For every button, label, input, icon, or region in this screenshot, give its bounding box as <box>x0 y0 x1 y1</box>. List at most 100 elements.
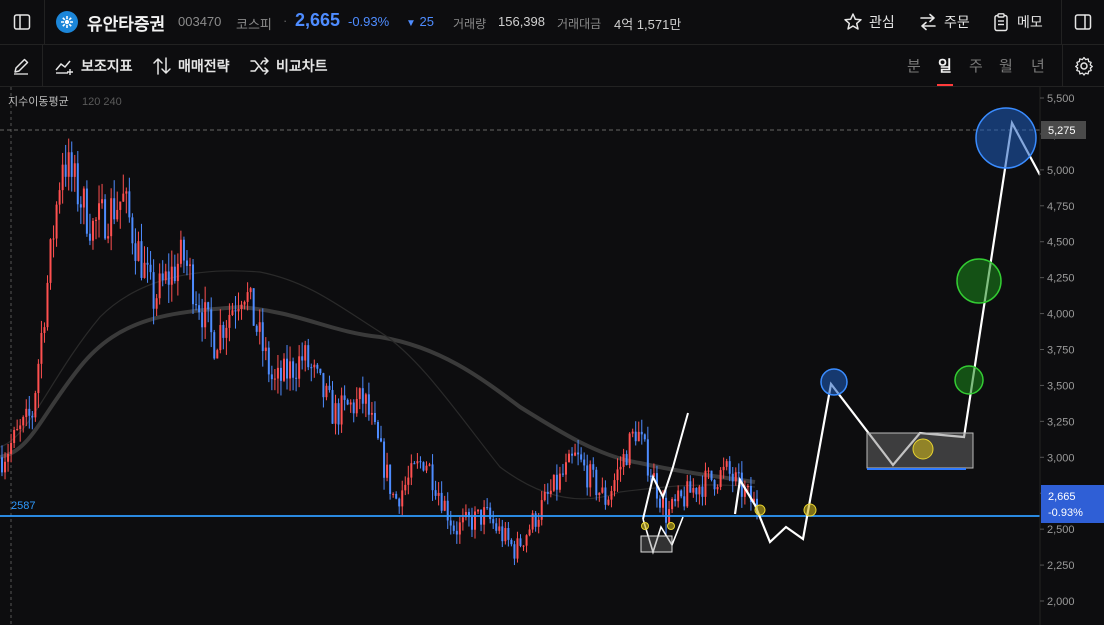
candle-body <box>55 204 58 239</box>
candle-body <box>701 486 704 497</box>
candle-body <box>292 361 295 378</box>
marker-green-large[interactable] <box>956 258 1002 304</box>
compare-button[interactable]: 비교차트 <box>250 55 328 77</box>
candle-body <box>188 264 191 266</box>
candle-body <box>528 529 531 536</box>
candle-body <box>270 374 273 380</box>
settings-gear-icon[interactable] <box>1063 45 1104 86</box>
marker-yellow-5[interactable] <box>912 438 934 460</box>
marker-yellow-1[interactable] <box>641 522 649 530</box>
candle-body <box>346 399 349 405</box>
candle-body <box>222 325 225 338</box>
shuffle-icon <box>250 57 269 75</box>
candle-body <box>716 487 719 490</box>
candle-body <box>674 499 677 502</box>
indicators-button[interactable]: 보조지표 <box>55 55 133 77</box>
candle-body <box>571 453 574 456</box>
indicators-label: 보조지표 <box>81 58 133 74</box>
candle-body <box>216 350 219 359</box>
market-name: 코스피 <box>236 17 272 32</box>
candle-body <box>7 453 10 462</box>
candle-body <box>355 399 358 414</box>
separator-dot: · <box>283 13 288 28</box>
y-tick-label: 2,500 <box>1047 524 1075 536</box>
candle-body <box>237 308 240 312</box>
candle-body <box>352 402 355 414</box>
candle-body <box>307 345 310 368</box>
change-rate: -0.93% <box>348 14 390 29</box>
right-panel-toggle-icon[interactable] <box>1062 0 1104 44</box>
support-label: 2587 <box>11 500 35 512</box>
candle-body <box>561 473 564 475</box>
y-tick-label: 3,750 <box>1047 345 1075 357</box>
y-tick-label: 3,000 <box>1047 452 1075 464</box>
candle-body <box>361 388 364 404</box>
candle-body <box>164 271 167 281</box>
volume-label: 거래량 <box>453 17 487 31</box>
candle-body <box>158 273 161 299</box>
candle-body <box>122 193 125 202</box>
order-button[interactable]: 주문 <box>918 10 970 34</box>
candle-body <box>549 490 552 494</box>
candle-body <box>495 523 498 531</box>
candle-body <box>677 490 680 502</box>
watch-button[interactable]: 관심 <box>843 10 895 34</box>
draw-pencil-icon[interactable] <box>0 45 42 86</box>
y-tick-label: 3,250 <box>1047 416 1075 428</box>
drawn-box-small[interactable] <box>640 535 673 553</box>
candle-body <box>58 190 61 205</box>
candle-body <box>580 454 583 460</box>
up-down-arrows-icon <box>153 57 171 75</box>
candle-body <box>692 487 695 493</box>
candle-body <box>558 473 561 490</box>
candle-body <box>146 262 149 265</box>
marker-yellow-3[interactable] <box>754 504 766 516</box>
candle-body <box>704 470 707 497</box>
candle-body <box>604 487 607 505</box>
candle-body <box>134 243 137 261</box>
price-chart[interactable]: 지수이동평균 120 240 2587 5,5005,2505,0004,750… <box>0 87 1104 625</box>
drawn-projection-path-main[interactable] <box>733 119 1041 544</box>
candle-body <box>419 461 422 463</box>
compare-label: 비교차트 <box>276 58 328 74</box>
candle-body <box>707 470 710 472</box>
candle-body <box>185 260 188 266</box>
candle-body <box>73 163 76 177</box>
candle-body <box>492 519 495 524</box>
period-month[interactable]: 월 <box>999 55 1013 76</box>
candle-body <box>228 314 231 328</box>
candle-body <box>107 236 110 239</box>
period-minute[interactable]: 분 <box>907 55 921 76</box>
candle-body <box>273 378 276 380</box>
candle-body <box>13 430 16 443</box>
marker-yellow-2[interactable] <box>667 522 675 530</box>
candle-body <box>119 201 122 210</box>
candle-body <box>328 385 331 391</box>
y-tick-label: 3,500 <box>1047 380 1075 392</box>
marker-yellow-4[interactable] <box>803 503 817 517</box>
period-year[interactable]: 년 <box>1031 55 1045 76</box>
candle-body <box>37 363 40 394</box>
period-week[interactable]: 주 <box>969 55 983 76</box>
candle-body <box>501 526 504 542</box>
sidebar-toggle-icon[interactable] <box>0 0 44 44</box>
candle-body <box>40 332 43 364</box>
candle-body <box>243 301 246 305</box>
candle-body <box>286 358 289 379</box>
candle-body <box>88 233 91 241</box>
marker-blue-small[interactable] <box>820 368 848 396</box>
y-tick-label: 4,500 <box>1047 237 1075 249</box>
candle-body <box>295 377 298 379</box>
stock-name[interactable]: 유안타증권 <box>87 10 165 35</box>
memo-button[interactable]: 메모 <box>991 10 1043 34</box>
candle-body <box>622 454 625 467</box>
marker-blue-large[interactable] <box>975 107 1037 169</box>
marker-green-small[interactable] <box>954 365 984 395</box>
candle-body <box>349 402 352 405</box>
candle-body <box>301 356 304 361</box>
candle-body <box>616 469 619 481</box>
candle-body <box>110 198 113 237</box>
strategy-button[interactable]: 매매전략 <box>152 55 230 77</box>
period-day[interactable]: 일 <box>938 55 952 76</box>
candle-body <box>610 491 613 500</box>
